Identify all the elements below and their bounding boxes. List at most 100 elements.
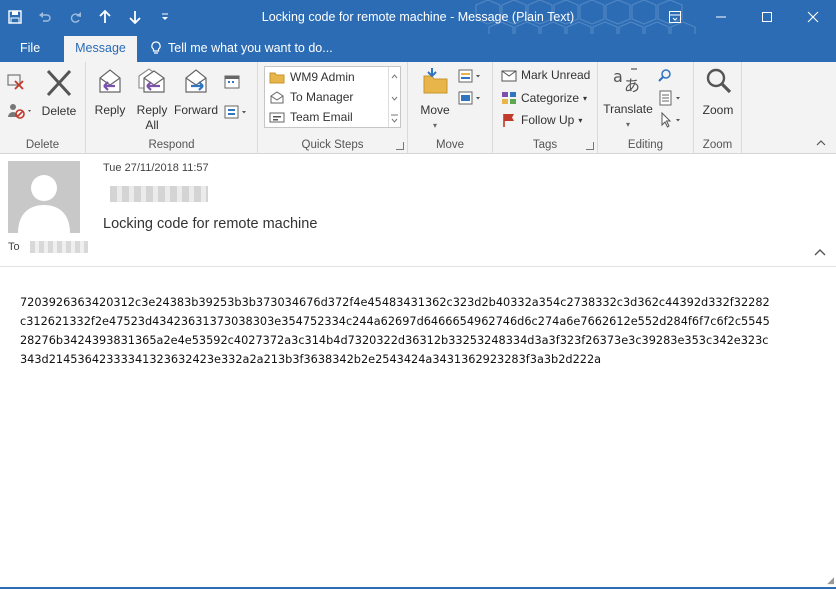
actions-icon [458, 91, 480, 105]
quick-step-wm9-admin[interactable]: WM9 Admin [265, 67, 400, 87]
collapse-ribbon-button[interactable] [816, 135, 826, 149]
translate-icon: aあ [613, 67, 640, 95]
body-line: 28276b3424393831365a2e4e53592c4027372a3c… [20, 334, 769, 347]
folder-icon [269, 72, 285, 83]
tab-file[interactable]: File [20, 34, 40, 62]
mail-arrow-icon [270, 90, 284, 103]
quick-steps-gallery: WM9 Admin To Manager Team Email [264, 66, 401, 128]
ribbon-display-icon[interactable] [652, 0, 698, 34]
categorize-icon [502, 92, 516, 104]
reply-label: Reply [94, 103, 126, 117]
body-line: c312621332f2e47523d43423631373038303e354… [20, 315, 770, 328]
svg-text:a: a [613, 67, 623, 86]
quick-steps-scroll[interactable] [388, 67, 400, 127]
maximize-icon[interactable] [744, 0, 790, 34]
actions-button[interactable] [458, 90, 484, 110]
tab-message[interactable]: Message [64, 36, 137, 62]
reply-all-button[interactable]: Reply All [132, 66, 172, 133]
calendar-icon [224, 75, 240, 89]
quick-step-label: Team Email [290, 110, 353, 124]
title-bar: Locking code for remote machine - Messag… [0, 0, 836, 47]
chevron-up-icon [816, 140, 826, 146]
recipient-redacted [30, 241, 88, 253]
message-subject: Locking code for remote machine [103, 216, 318, 232]
avatar [8, 161, 80, 233]
group-delete: Delete Delete [0, 62, 86, 154]
quick-step-to-manager[interactable]: To Manager [265, 87, 400, 107]
quick-steps-launcher[interactable] [396, 142, 404, 150]
svg-text:あ: あ [624, 76, 640, 95]
group-zoom: Zoom Zoom [694, 62, 742, 154]
mark-unread-icon [501, 70, 517, 82]
sender-name-redacted [110, 186, 208, 202]
flag-icon [503, 114, 514, 127]
tell-me-label: Tell me what you want to do... [168, 41, 333, 55]
reply-all-label-1: Reply [136, 103, 168, 117]
delete-button[interactable]: Delete [38, 68, 80, 119]
mark-unread-label: Mark Unread [521, 68, 591, 82]
envelope-icon [269, 112, 285, 122]
translate-label: Translate [603, 102, 653, 116]
reply-icon [99, 69, 121, 93]
group-label-delete: Delete [25, 139, 60, 151]
group-editing: aあ Translate ▾ Editing [598, 62, 694, 154]
minimize-icon[interactable] [698, 0, 744, 34]
person-placeholder-icon [18, 175, 70, 233]
related-button[interactable] [658, 90, 684, 110]
zoom-label: Zoom [702, 103, 734, 117]
collapse-header-button[interactable] [814, 245, 826, 259]
group-label-move: Move [435, 139, 465, 151]
group-label-editing: Editing [627, 139, 664, 151]
follow-up-label: Follow Up [521, 113, 575, 127]
select-button[interactable] [658, 111, 684, 132]
categorize-button[interactable]: Categorize ▾ [501, 91, 587, 105]
find-button[interactable] [658, 68, 672, 86]
select-cursor-icon [661, 111, 680, 128]
junk-button[interactable] [6, 102, 34, 124]
lightbulb-icon [151, 41, 161, 54]
more-respond-button[interactable] [224, 104, 250, 124]
quick-step-team-email[interactable]: Team Email [265, 107, 400, 127]
group-label-zoom: Zoom [702, 139, 733, 151]
follow-up-button[interactable]: Follow Up ▾ [501, 113, 582, 127]
meeting-reply-button[interactable] [224, 74, 240, 94]
tab-bar: File Message Tell me what you want to do… [0, 34, 836, 62]
reply-button[interactable]: Reply [90, 66, 130, 118]
chevron-up-icon [814, 249, 826, 256]
ribbon: Delete Delete Reply Reply All Forward Re… [0, 62, 836, 154]
delete-label: Delete [41, 104, 77, 118]
group-label-quick-steps: Quick Steps [301, 139, 364, 151]
find-icon [658, 69, 671, 82]
ignore-button[interactable] [6, 72, 26, 94]
message-body[interactable]: 7203926363420312c3e24383b39253b3b3730346… [20, 293, 826, 369]
delete-x-icon [46, 69, 72, 97]
categorize-label: Categorize [521, 91, 580, 105]
group-respond: Reply Reply All Forward Respond [86, 62, 258, 154]
zoom-button[interactable]: Zoom [698, 66, 738, 118]
resize-grip-icon[interactable]: ◢ [827, 575, 834, 586]
rules-icon [458, 69, 480, 83]
tags-launcher[interactable] [586, 142, 594, 150]
close-icon[interactable] [790, 0, 836, 34]
translate-button[interactable]: aあ Translate ▾ [602, 66, 654, 132]
tell-me-search[interactable]: Tell me what you want to do... [150, 34, 333, 62]
move-button[interactable]: Move ▾ [414, 66, 456, 133]
zoom-magnifier-icon [706, 68, 732, 94]
to-label: To [8, 241, 20, 253]
forward-icon [185, 69, 207, 93]
ignore-icon [7, 74, 24, 90]
body-line: 343d21453642333341323632423e332a2a213b3f… [20, 353, 602, 366]
message-date: Tue 27/11/2018 11:57 [103, 162, 209, 174]
mark-unread-button[interactable]: Mark Unread [501, 68, 590, 82]
chevron-down-icon: ▾ [583, 93, 588, 103]
move-label: Move [420, 103, 450, 117]
chevron-down-icon: ▾ [578, 115, 583, 125]
forward-button[interactable]: Forward [174, 66, 218, 118]
window-controls [652, 0, 836, 34]
rules-button[interactable] [458, 68, 484, 88]
message-header: Tue 27/11/2018 11:57 Locking code for re… [0, 155, 836, 267]
quick-step-label: To Manager [290, 90, 354, 104]
reply-all-icon [138, 68, 165, 93]
move-folder-icon [423, 68, 448, 94]
related-icon [659, 90, 680, 106]
